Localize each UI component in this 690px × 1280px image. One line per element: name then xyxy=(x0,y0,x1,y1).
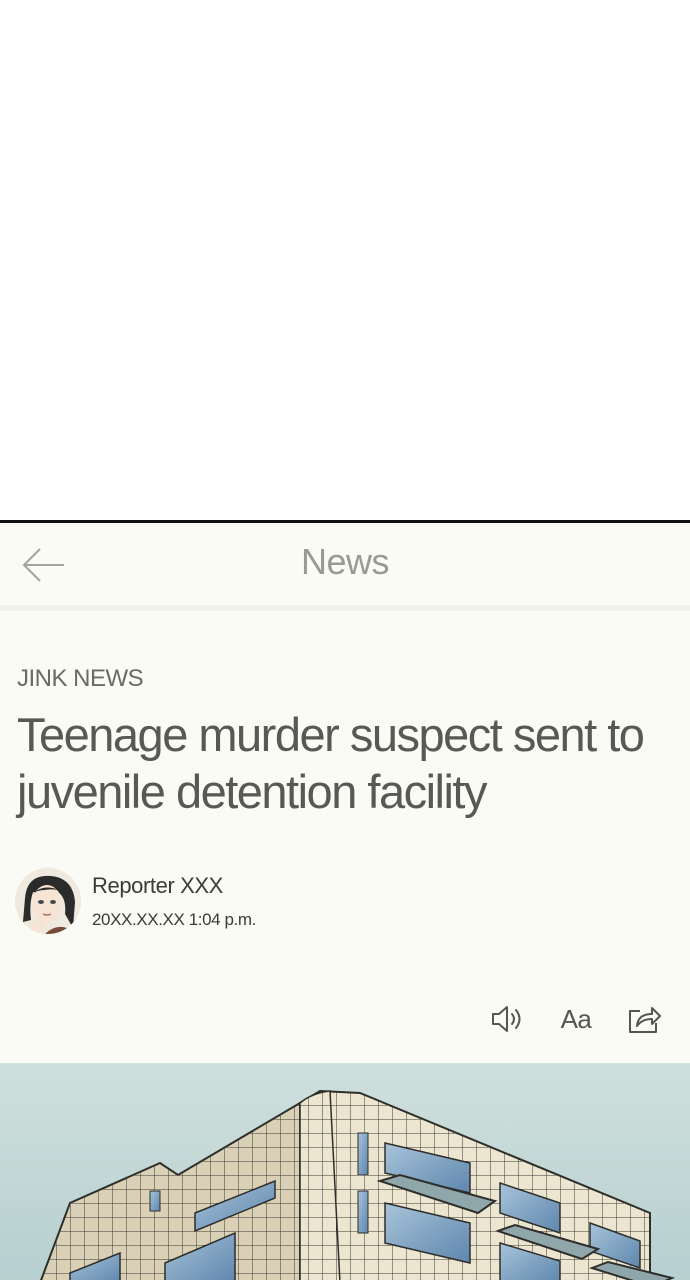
speaker-icon xyxy=(492,1006,521,1032)
news-source: JINK NEWS xyxy=(17,665,144,692)
article-headline: Teenage murder suspect sent to juvenile … xyxy=(17,708,645,818)
share-icon xyxy=(629,1007,661,1033)
article-image xyxy=(0,1063,690,1280)
blank-panel xyxy=(0,0,690,520)
article-timestamp: 20XX.XX.XX 1:04 p.m. xyxy=(92,910,256,929)
page-title: News xyxy=(300,541,390,582)
app-header: News xyxy=(0,523,690,605)
reporter-avatar xyxy=(15,868,81,934)
article-toolbar: Aa xyxy=(488,999,664,1039)
reporter-name: Reporter XXX xyxy=(92,873,223,898)
news-app-screen: News JINK NEWS Teenage murder suspect se… xyxy=(0,520,690,1280)
share-button[interactable] xyxy=(624,1001,664,1037)
header-divider xyxy=(0,605,690,611)
read-aloud-button[interactable] xyxy=(488,1001,528,1037)
font-size-button[interactable]: Aa xyxy=(556,1001,596,1037)
